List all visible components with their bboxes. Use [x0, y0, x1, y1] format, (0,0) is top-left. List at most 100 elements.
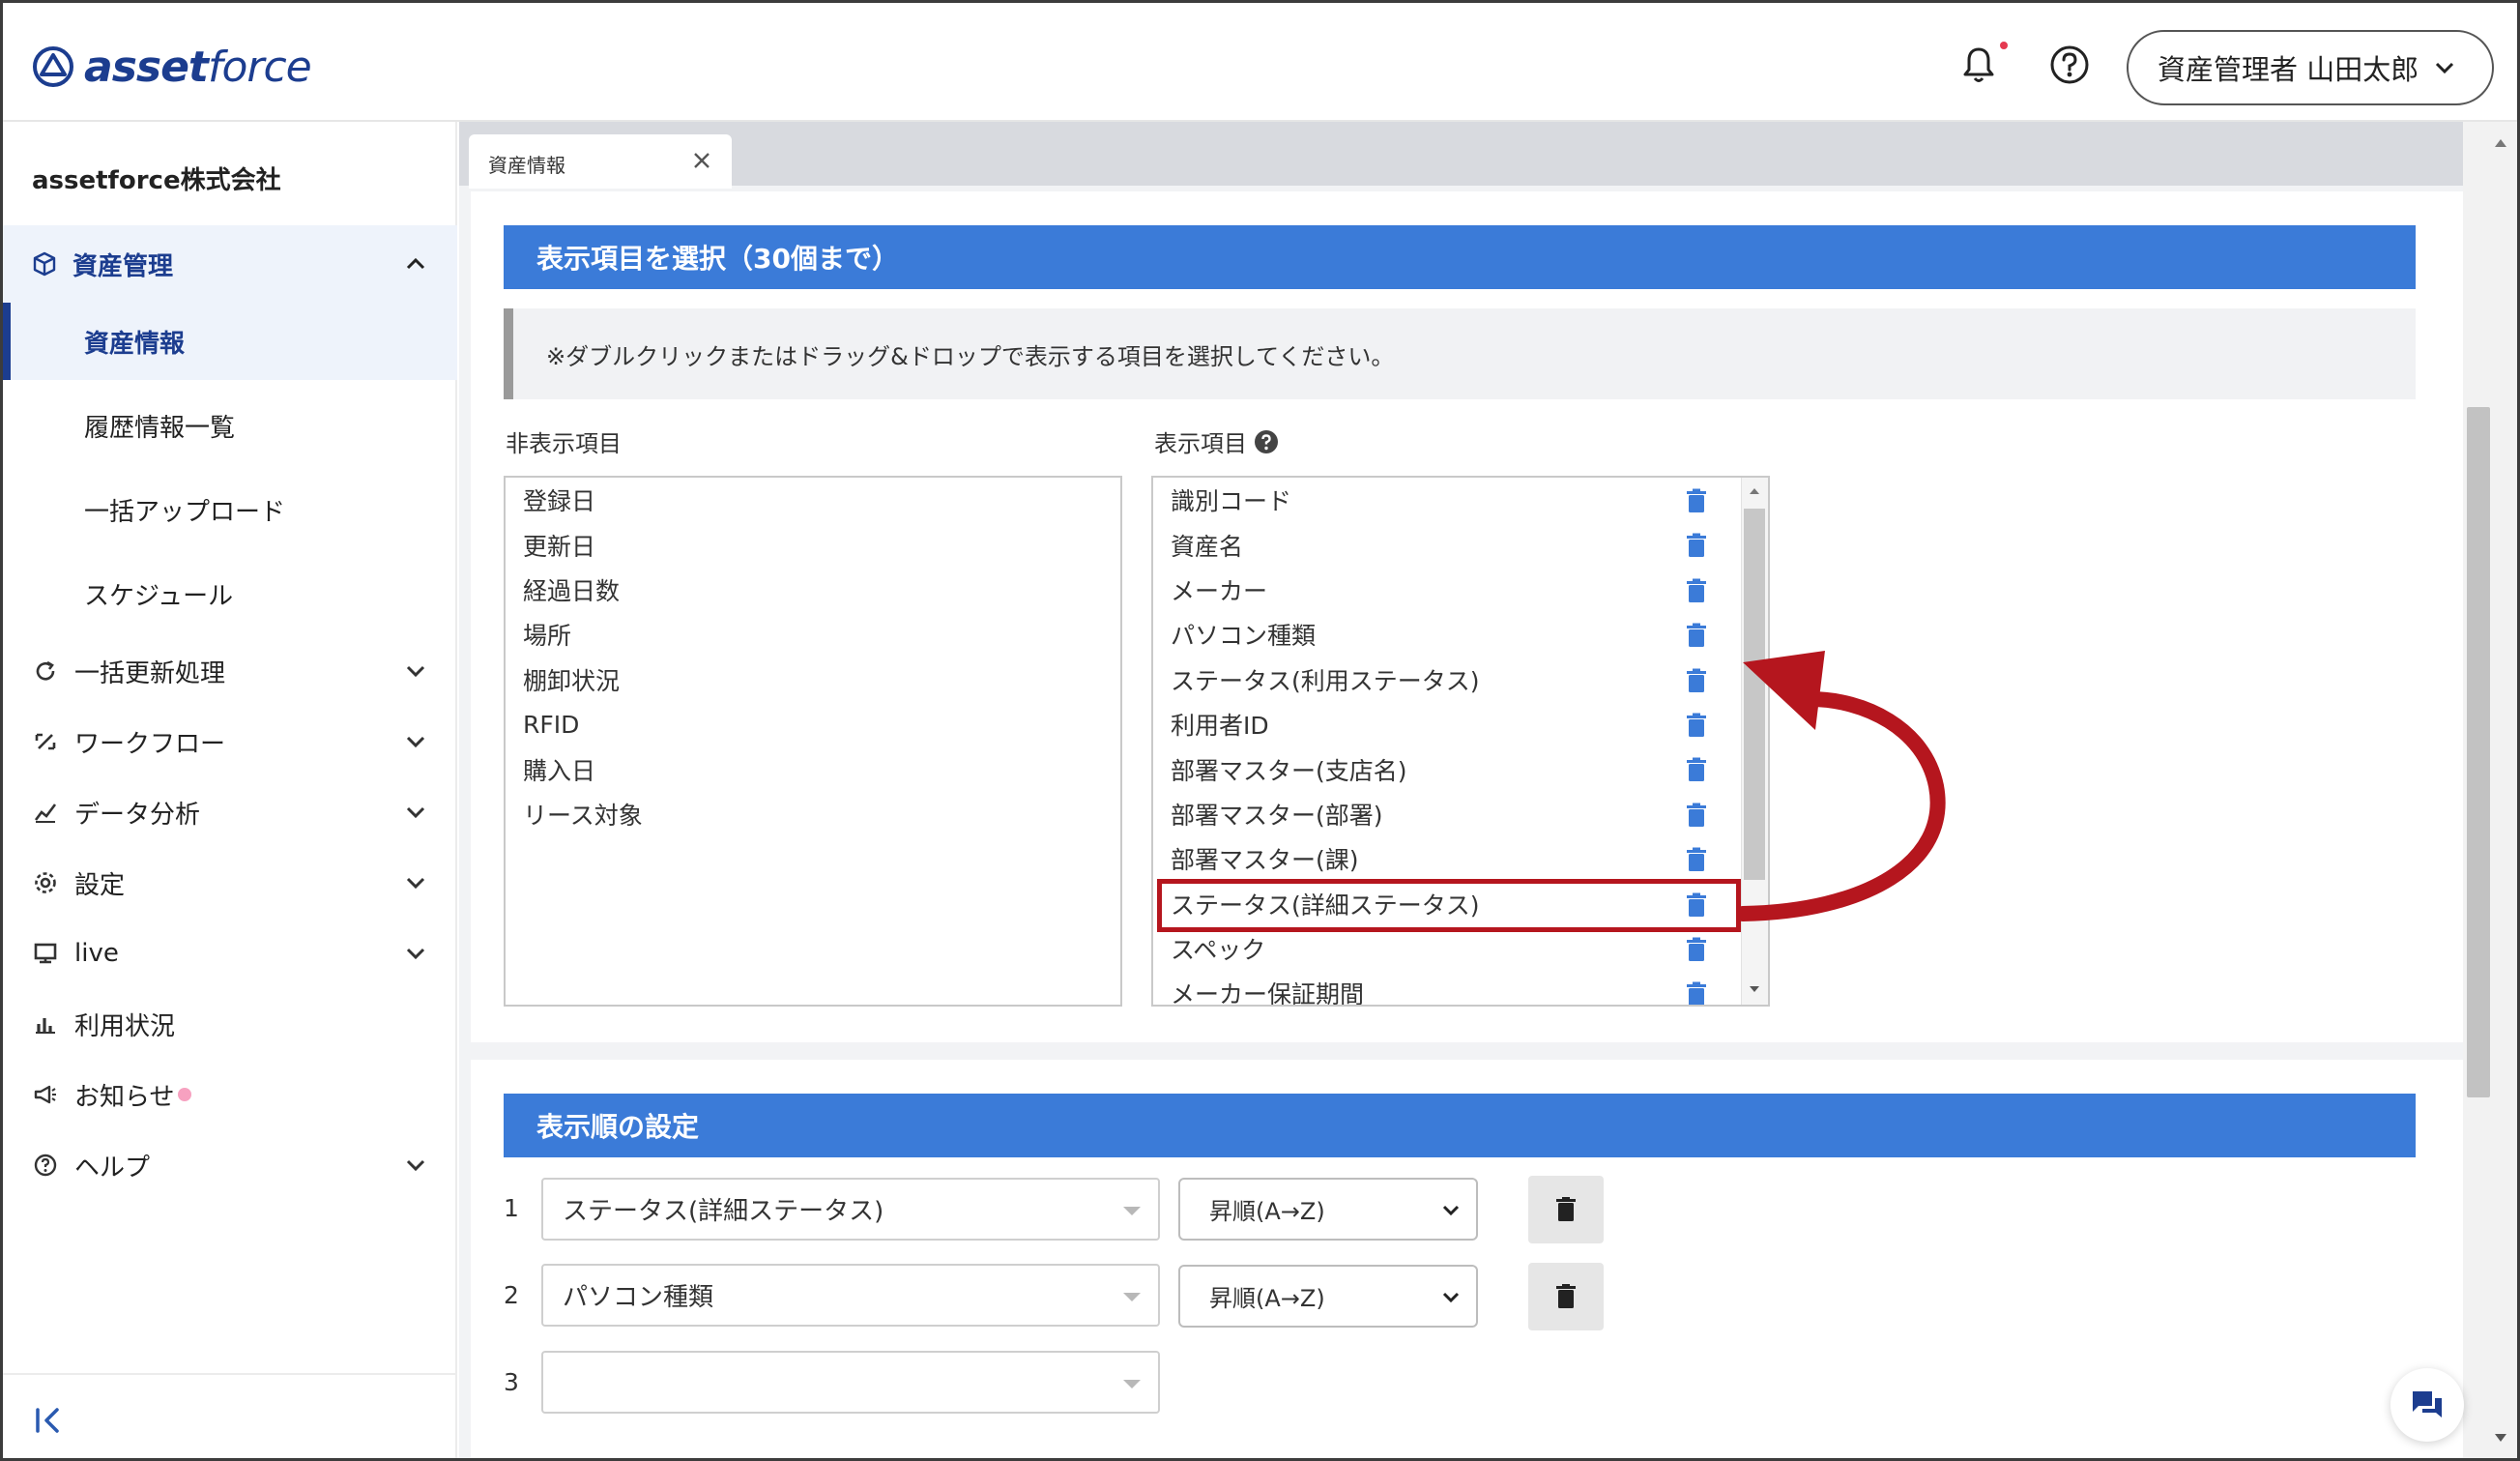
tab-bar — [459, 122, 2496, 186]
list-item-label: 更新日 — [523, 532, 596, 561]
nav-group-asset-management[interactable]: 資産管理 — [3, 225, 457, 303]
list-item[interactable]: スペック — [1153, 926, 1768, 971]
logo-mark-icon — [33, 46, 73, 87]
list-item[interactable]: 識別コード — [1153, 478, 1768, 522]
top-header: assetforce 資産管理者 山田太郎 — [3, 3, 2517, 122]
hidden-items-list[interactable]: 登録日更新日経過日数場所 棚卸状況 RFID 購入日リース対象 — [504, 476, 1122, 1007]
trash-icon[interactable] — [1686, 578, 1707, 603]
nav-live[interactable]: live — [3, 919, 457, 988]
list-item[interactable]: 部署マスター(部署) — [1153, 792, 1768, 836]
trash-icon[interactable] — [1686, 757, 1707, 782]
list-item[interactable]: ステータス(利用ステータス) — [1153, 657, 1768, 702]
order-field-select[interactable] — [541, 1351, 1160, 1414]
trash-icon[interactable] — [1686, 981, 1707, 1007]
trash-icon[interactable] — [1686, 533, 1707, 558]
list-item[interactable]: 棚卸状況 — [506, 657, 1120, 702]
app-logo[interactable]: assetforce — [32, 40, 312, 94]
sidebar-item-schedule[interactable]: スケジュール — [3, 555, 457, 632]
list-item-label: メーカー — [1171, 576, 1268, 605]
list-item-label: 部署マスター(部署) — [1171, 801, 1383, 830]
trash-icon[interactable] — [1686, 668, 1707, 693]
list-item[interactable]: パソコン種類 — [1153, 612, 1768, 657]
nav-settings[interactable]: 設定 — [3, 848, 457, 918]
list-item[interactable]: 登録日 — [506, 478, 1120, 522]
nav-data-analysis[interactable]: データ分析 — [3, 777, 457, 847]
box-icon — [33, 251, 56, 277]
list-item[interactable]: 資産名 — [1153, 522, 1768, 567]
list-item[interactable]: RFID — [506, 702, 1120, 746]
scroll-up-arrow-icon[interactable] — [2491, 133, 2510, 153]
list-item-label: パソコン種類 — [1171, 622, 1317, 651]
order-field-select[interactable]: ステータス(詳細ステータス) — [541, 1178, 1160, 1241]
collapse-sidebar-icon[interactable] — [32, 1404, 65, 1437]
scroll-up-arrow-icon[interactable] — [1747, 483, 1762, 499]
trash-icon[interactable] — [1686, 488, 1707, 513]
analytics-icon — [34, 804, 57, 823]
trash-icon[interactable] — [1686, 937, 1707, 962]
logo-text: assetforce — [84, 42, 312, 92]
list-scrollbar-thumb[interactable] — [1744, 509, 1765, 880]
list-item[interactable]: 部署マスター(支店名) — [1153, 746, 1768, 791]
sort-order-title: 表示順の設定 — [504, 1094, 2416, 1157]
list-item-label: ステータス(利用ステータス) — [1171, 666, 1480, 695]
order-field-select[interactable]: パソコン種類 — [541, 1264, 1160, 1327]
help-circle-icon[interactable] — [1253, 428, 1280, 455]
scroll-down-arrow-icon[interactable] — [1747, 981, 1762, 997]
list-item[interactable]: 更新日 — [506, 522, 1120, 567]
trash-icon — [1556, 1284, 1576, 1308]
sidebar-item-asset-info[interactable]: 資産情報 — [3, 303, 457, 380]
list-item-label: 識別コード — [1171, 487, 1292, 516]
trash-icon[interactable] — [1686, 847, 1707, 872]
live-icon — [34, 943, 57, 964]
list-item-label: RFID — [523, 710, 580, 739]
list-item[interactable]: メーカー — [1153, 568, 1768, 612]
list-item-label: 購入日 — [523, 756, 596, 785]
trash-icon[interactable] — [1686, 803, 1707, 828]
delete-order-button[interactable] — [1528, 1176, 1604, 1243]
trash-icon[interactable] — [1686, 623, 1707, 648]
list-item[interactable]: メーカー保証期間 — [1153, 971, 1768, 1007]
trash-icon[interactable] — [1686, 713, 1707, 738]
order-direction-select[interactable]: 昇順(A→Z) — [1178, 1178, 1478, 1241]
chevron-down-icon — [1442, 1292, 1460, 1303]
list-item[interactable]: 経過日数 — [506, 568, 1120, 612]
chevron-down-icon — [406, 806, 425, 819]
help-icon — [34, 1154, 57, 1177]
chevron-down-icon — [406, 665, 425, 678]
app-window: assetforce 資産管理者 山田太郎 assetforce株式会社 資産管… — [0, 0, 2520, 1461]
list-item-label: メーカー保証期間 — [1171, 980, 1365, 1007]
bell-icon[interactable] — [1957, 44, 2000, 86]
list-item-label: 部署マスター(支店名) — [1171, 756, 1407, 785]
caret-down-icon — [1123, 1380, 1141, 1388]
chat-support-button[interactable] — [2390, 1368, 2464, 1442]
list-item-label: 登録日 — [523, 487, 596, 516]
sidebar-item-bulk-upload[interactable]: 一括アップロード — [3, 471, 457, 548]
instruction-notice: ※ダブルクリックまたはドラッグ&ドロップで表示する項目を選択してください。 — [504, 308, 2416, 399]
list-item[interactable]: 場所 — [506, 612, 1120, 657]
close-icon[interactable] — [689, 148, 714, 173]
bar-chart-icon — [36, 1018, 55, 1034]
nav-group-label: 資産管理 — [72, 251, 174, 281]
list-item[interactable]: リース対象 — [506, 792, 1120, 836]
chevron-down-icon — [406, 1159, 425, 1172]
nav-help[interactable]: ヘルプ — [3, 1130, 457, 1200]
user-menu-button[interactable]: 資産管理者 山田太郎 — [2127, 30, 2494, 105]
list-item[interactable]: 購入日 — [506, 746, 1120, 791]
nav-news[interactable]: お知らせ — [3, 1060, 457, 1129]
scroll-down-arrow-icon[interactable] — [2491, 1428, 2510, 1447]
delete-order-button[interactable] — [1528, 1263, 1604, 1330]
nav-usage[interactable]: 利用状況 — [3, 989, 457, 1059]
sidebar-footer — [3, 1373, 457, 1458]
list-item-label: 経過日数 — [523, 576, 621, 605]
refresh-icon — [36, 660, 55, 681]
unread-dot — [178, 1088, 192, 1101]
help-circle-icon[interactable] — [2048, 44, 2091, 86]
list-item[interactable]: 利用者ID — [1153, 702, 1768, 746]
sidebar-item-history[interactable]: 履歴情報一覧 — [3, 387, 457, 464]
order-direction-select[interactable]: 昇順(A→Z) — [1178, 1265, 1478, 1328]
nav-workflow[interactable]: ワークフロー — [3, 707, 457, 776]
list-item[interactable]: 部署マスター(課) — [1153, 836, 1768, 881]
tab-asset-info[interactable]: 資産情報 — [469, 134, 732, 189]
nav-bulk-update[interactable]: 一括更新処理 — [3, 636, 457, 706]
page-scrollbar-thumb[interactable] — [2467, 407, 2490, 1097]
